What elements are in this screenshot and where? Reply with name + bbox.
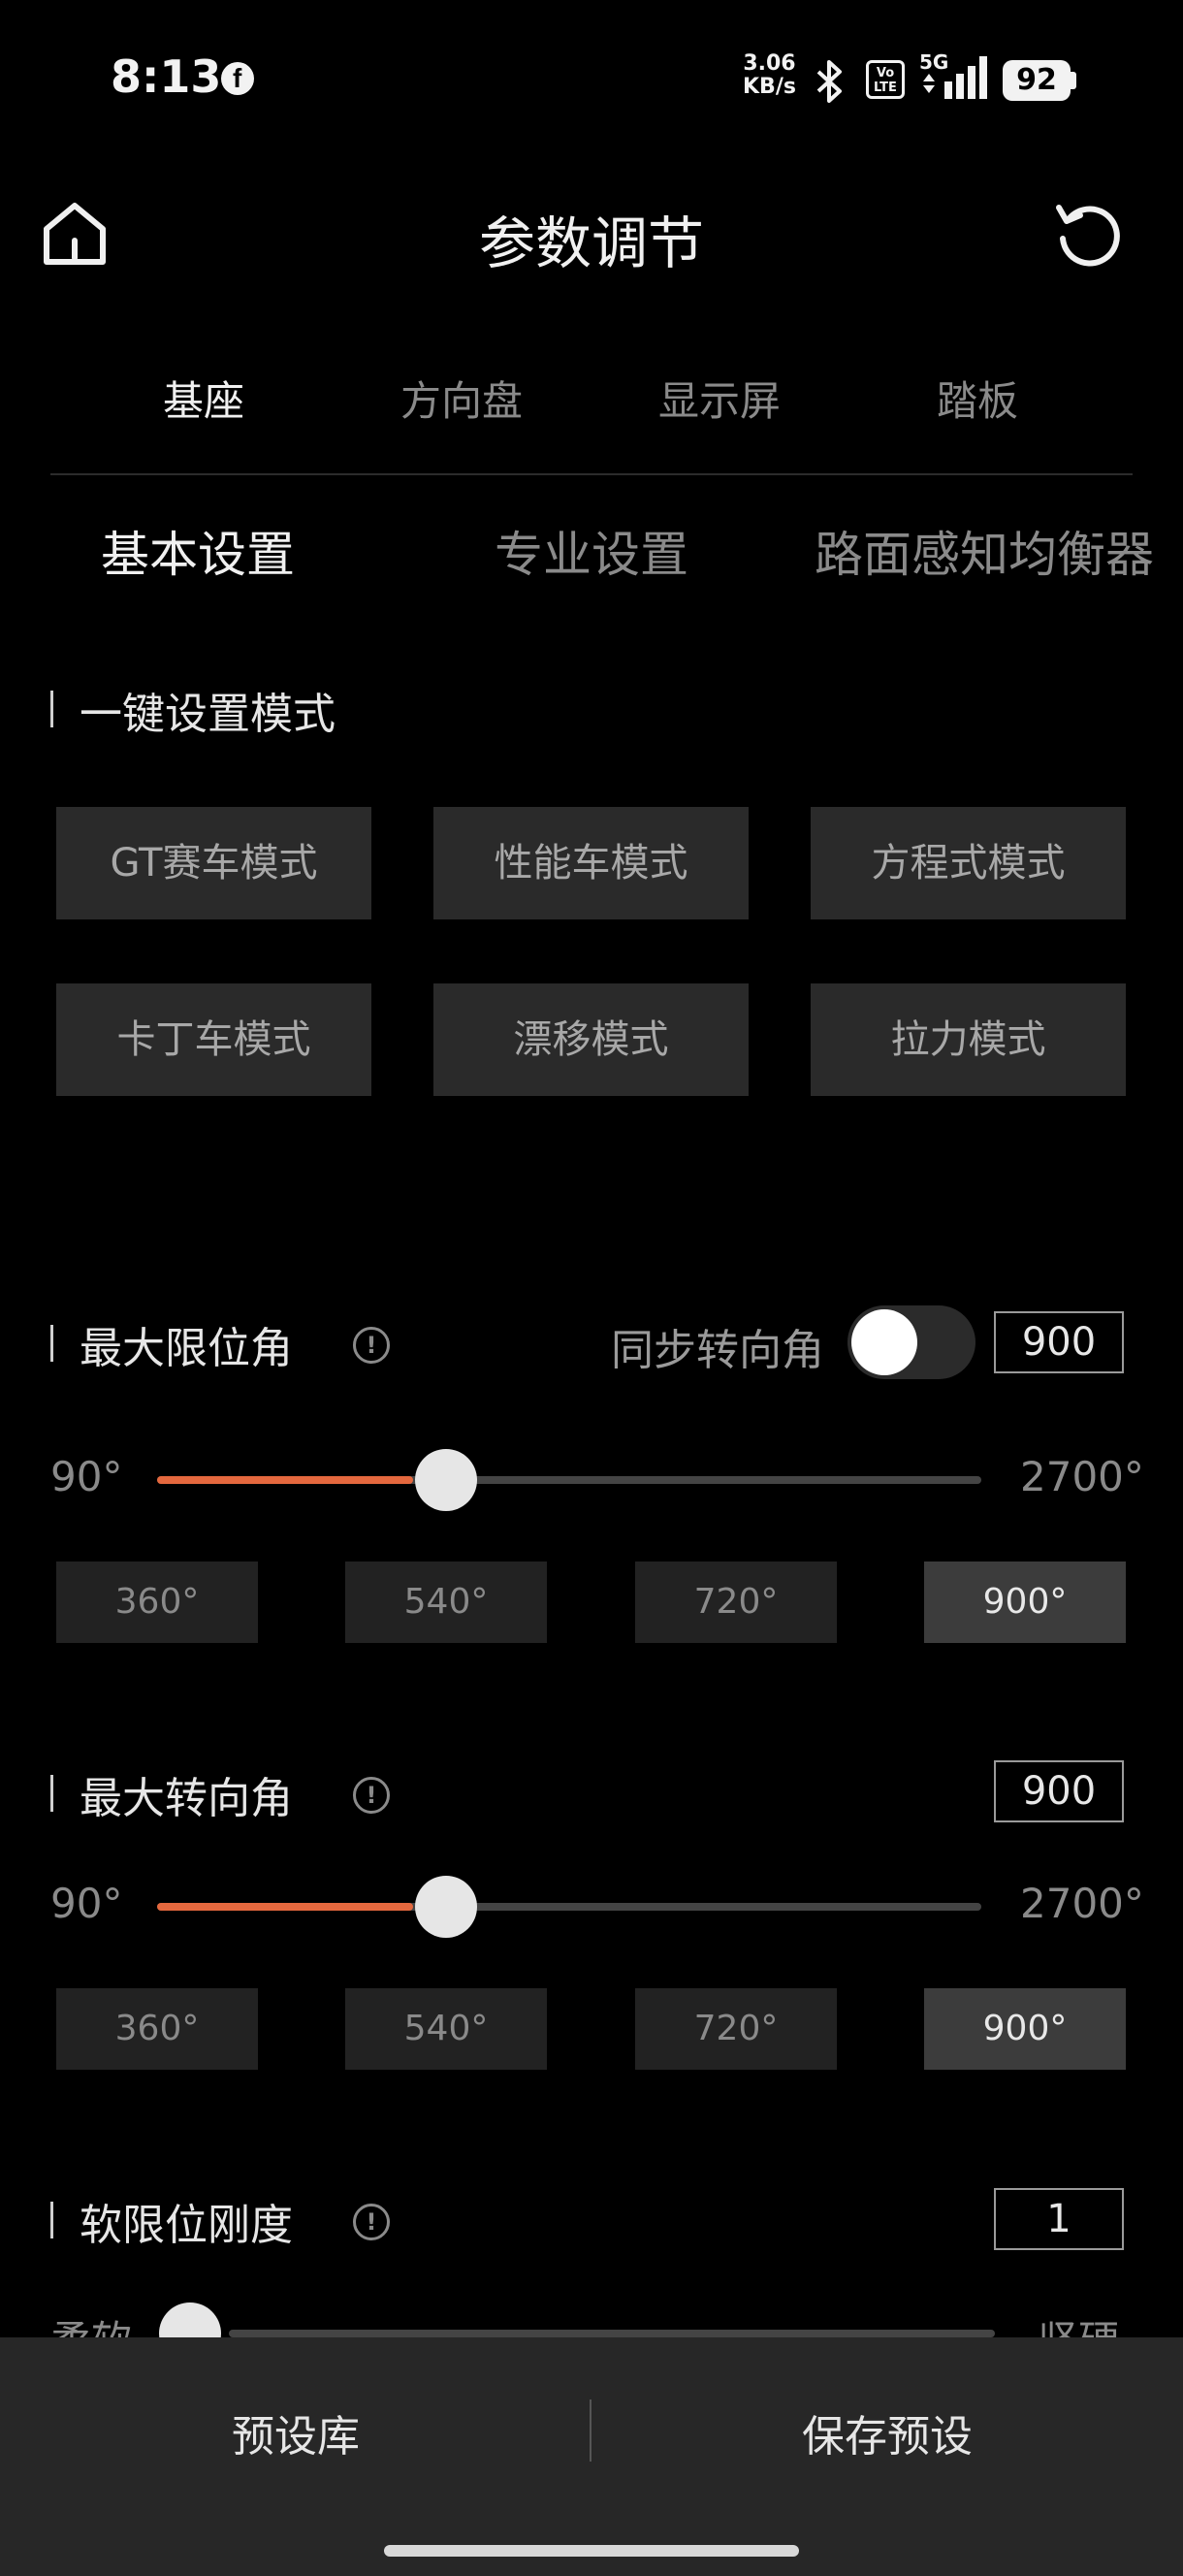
slider-thumb[interactable] (414, 1449, 477, 1511)
soft-limit-value-input[interactable]: 1 (994, 2188, 1124, 2250)
tabs-divider (50, 473, 1133, 475)
section-marker (50, 691, 53, 727)
tab-display[interactable]: 显示屏 (623, 369, 816, 428)
max-limit-value-input[interactable]: 900 (994, 1311, 1124, 1373)
section-title-soft-limit: 软限位刚度 (80, 2201, 293, 2250)
toggle-knob (851, 1309, 917, 1375)
refresh-icon[interactable] (1053, 200, 1123, 270)
subtab-road-feel-equalizer[interactable]: 路面感知均衡器 (815, 516, 1154, 586)
max-steer-value-input[interactable]: 900 (994, 1760, 1124, 1822)
network-speed-value: 3.06 (743, 51, 796, 76)
info-icon[interactable]: ! (353, 1327, 390, 1364)
section-title-max-steer: 最大转向角 (80, 1774, 293, 1823)
preset-360-button[interactable]: 360° (56, 1562, 258, 1643)
status-time: 8:13 (111, 50, 222, 103)
slider-fill (157, 1476, 413, 1484)
slider-thumb[interactable] (414, 1876, 477, 1938)
info-icon[interactable]: ! (353, 2204, 390, 2240)
preset-540-button[interactable]: 540° (345, 1562, 547, 1643)
slider-max-label: 2700° (1020, 1880, 1144, 1927)
network-speed-unit: KB/s (743, 75, 796, 99)
mode-rally-button[interactable]: 拉力模式 (811, 983, 1126, 1096)
soft-limit-slider[interactable] (229, 2330, 995, 2337)
mode-performance-button[interactable]: 性能车模式 (433, 807, 749, 919)
mode-gt-button[interactable]: GT赛车模式 (56, 807, 371, 919)
slider-min-label: 90° (50, 1453, 123, 1500)
sync-steer-toggle[interactable] (847, 1305, 975, 1379)
preset-720-button[interactable]: 720° (635, 1988, 837, 2070)
facebook-icon: f (221, 62, 254, 95)
preset-360-button[interactable]: 360° (56, 1988, 258, 2070)
home-indicator (384, 2545, 799, 2557)
battery-indicator: 92 (1003, 60, 1071, 101)
info-icon[interactable]: ! (353, 1777, 390, 1814)
mode-drift-button[interactable]: 漂移模式 (433, 983, 749, 1096)
preset-720-button[interactable]: 720° (635, 1562, 837, 1643)
tab-base[interactable]: 基座 (107, 369, 301, 428)
network-speed: 3.06 KB/s (743, 52, 796, 99)
subtab-pro-settings[interactable]: 专业设置 (495, 516, 688, 586)
slider-min-label: 90° (50, 1880, 123, 1927)
preset-540-button[interactable]: 540° (345, 1988, 547, 2070)
volte-icon: Vo LTE (866, 60, 905, 99)
section-title-max-limit: 最大限位角 (80, 1324, 293, 1373)
tab-steering-wheel[interactable]: 方向盘 (365, 369, 559, 428)
section-marker (50, 1325, 53, 1362)
preset-library-button[interactable]: 预设库 (0, 2401, 592, 2463)
section-marker (50, 2202, 53, 2238)
bluetooth-icon (816, 60, 842, 103)
preset-900-button[interactable]: 900° (924, 1988, 1126, 2070)
mode-kart-button[interactable]: 卡丁车模式 (56, 983, 371, 1096)
section-marker (50, 1775, 53, 1812)
section-title-one-key: 一键设置模式 (80, 690, 336, 739)
battery-nub (1071, 72, 1076, 89)
mode-formula-button[interactable]: 方程式模式 (811, 807, 1126, 919)
preset-900-button[interactable]: 900° (924, 1562, 1126, 1643)
subtab-basic-settings[interactable]: 基本设置 (101, 516, 295, 586)
tab-pedals[interactable]: 踏板 (880, 369, 1074, 428)
slider-fill (157, 1903, 413, 1911)
sync-steer-label: 同步转向角 (611, 1326, 824, 1375)
signal-icon (923, 56, 987, 99)
slider-max-label: 2700° (1020, 1453, 1144, 1500)
page-title: 参数调节 (478, 210, 704, 276)
save-preset-button[interactable]: 保存预设 (592, 2401, 1183, 2463)
